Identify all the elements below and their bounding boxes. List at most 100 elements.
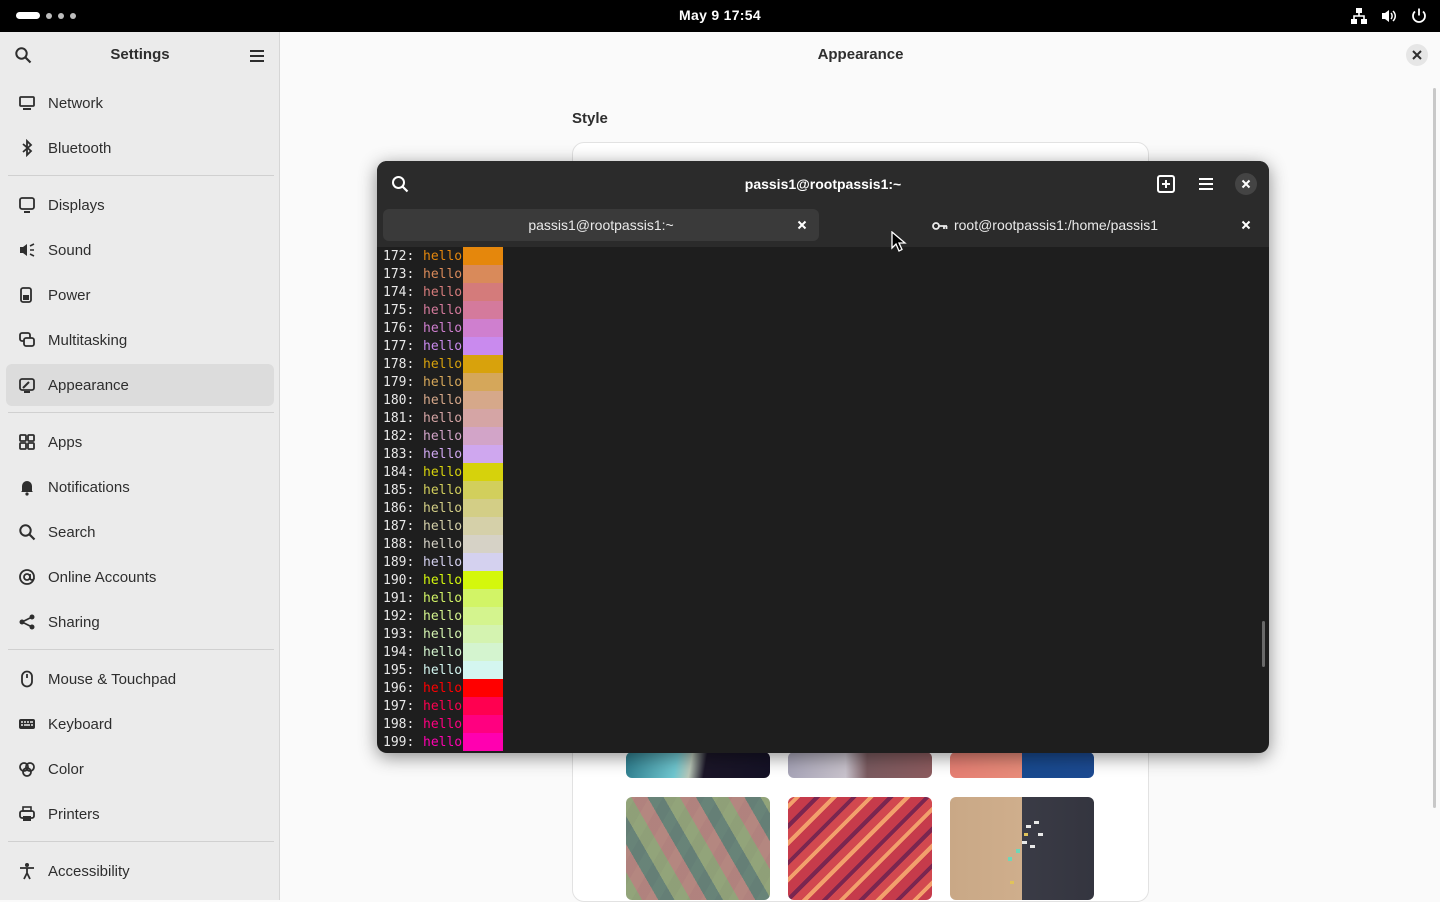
mouse-icon <box>18 670 36 688</box>
color-swatch <box>463 301 503 319</box>
page-title: Appearance <box>817 46 904 63</box>
sidebar-item-sound[interactable]: Sound <box>6 229 274 271</box>
settings-sidebar: Settings Network Bluetooth Displays Soun… <box>0 32 280 900</box>
sidebar-item-multitasking[interactable]: Multitasking <box>6 319 274 361</box>
key-icon <box>932 219 948 231</box>
sidebar-item-color[interactable]: Color <box>6 748 274 790</box>
terminal-line: 174: hello <box>383 283 503 301</box>
close-tab-icon[interactable] <box>795 218 809 232</box>
search-icon <box>18 523 36 541</box>
sidebar-item-printers[interactable]: Printers <box>6 793 274 835</box>
sidebar-item-online-accounts[interactable]: Online Accounts <box>6 556 274 598</box>
multitasking-icon <box>18 331 36 349</box>
line-number: 180: <box>383 392 415 408</box>
sidebar-item-label: Bluetooth <box>48 139 112 157</box>
scrollbar[interactable] <box>1433 88 1436 808</box>
sidebar-item-accessibility[interactable]: Accessibility <box>6 850 274 892</box>
style-section-label: Style <box>572 110 608 127</box>
color-swatch <box>463 337 503 355</box>
hamburger-menu-icon[interactable] <box>248 47 266 65</box>
line-text: hello <box>423 734 463 750</box>
terminal-line: 186: hello <box>383 499 503 517</box>
color-swatch <box>463 283 503 301</box>
wallpaper-thumbnail[interactable] <box>626 752 770 778</box>
sidebar-item-label: Keyboard <box>48 715 113 733</box>
close-icon <box>1412 50 1422 60</box>
wallpaper-thumbnail[interactable] <box>950 752 1094 778</box>
power-icon[interactable] <box>1410 7 1428 25</box>
line-text: hello <box>423 428 463 444</box>
sidebar-item-displays[interactable]: Displays <box>6 184 274 226</box>
wallpaper-thumbnail[interactable] <box>788 797 932 900</box>
sidebar-item-mouse-touchpad[interactable]: Mouse & Touchpad <box>6 658 274 700</box>
close-tab-icon[interactable] <box>1239 218 1253 232</box>
sidebar-separator <box>8 841 274 842</box>
scrollbar[interactable] <box>1262 621 1265 667</box>
tab-passis1[interactable]: passis1@rootpassis1:~ <box>383 209 819 241</box>
top-bar: May 9 17:54 <box>0 0 1440 32</box>
line-text: hello <box>423 554 463 570</box>
color-swatch <box>463 499 503 517</box>
close-button[interactable] <box>1235 173 1257 195</box>
wallpaper-thumbnail[interactable] <box>788 752 932 778</box>
terminal-line: 176: hello <box>383 319 503 337</box>
line-text: hello <box>423 590 463 606</box>
sidebar-item-bluetooth[interactable]: Bluetooth <box>6 127 274 169</box>
terminal-title: passis1@rootpassis1:~ <box>744 176 902 192</box>
sidebar-item-notifications[interactable]: Notifications <box>6 466 274 508</box>
line-text: hello <box>423 698 463 714</box>
line-text: hello <box>423 464 463 480</box>
sidebar-separator <box>8 649 274 650</box>
line-text: hello <box>423 284 463 300</box>
line-text: hello <box>423 626 463 642</box>
sidebar-item-keyboard[interactable]: Keyboard <box>6 703 274 745</box>
hamburger-menu-icon[interactable] <box>1195 173 1217 195</box>
sidebar-item-network[interactable]: Network <box>6 82 274 124</box>
color-swatch <box>463 319 503 337</box>
terminal-tab-bar: passis1@rootpassis1:~ root@rootpassis1:/… <box>377 207 1269 247</box>
line-number: 198: <box>383 716 415 732</box>
line-text: hello <box>423 248 463 264</box>
volume-icon[interactable] <box>1380 7 1398 25</box>
line-number: 192: <box>383 608 415 624</box>
clock[interactable]: May 9 17:54 <box>0 7 1440 23</box>
terminal-output[interactable]: 172: hello 173: hello 174: hello 175: hello 176:… <box>377 247 1269 753</box>
line-text: hello <box>423 482 463 498</box>
terminal-line: 173: hello <box>383 265 503 283</box>
sidebar-item-search[interactable]: Search <box>6 511 274 553</box>
wallpaper-thumbnail[interactable] <box>950 797 1094 900</box>
sidebar-item-power[interactable]: Power <box>6 274 274 316</box>
sidebar-separator <box>8 412 274 413</box>
sidebar-item-label: Multitasking <box>48 331 128 349</box>
tab-label: passis1@rootpassis1:~ <box>528 217 674 233</box>
color-swatch <box>463 373 503 391</box>
sidebar-item-apps[interactable]: Apps <box>6 421 274 463</box>
sidebar-item-label: Color <box>48 760 84 778</box>
keyboard-icon <box>18 715 36 733</box>
new-tab-icon[interactable] <box>1155 173 1177 195</box>
color-swatch <box>463 679 503 697</box>
close-button[interactable] <box>1406 44 1428 66</box>
terminal-line: 190: hello <box>383 571 503 589</box>
bell-icon <box>18 478 36 496</box>
system-tray[interactable] <box>1350 7 1428 25</box>
line-text: hello <box>423 356 463 372</box>
sidebar-header: Settings <box>0 32 279 78</box>
network-icon[interactable] <box>1350 7 1368 25</box>
wallpaper-thumbnail[interactable] <box>626 797 770 900</box>
color-swatch <box>463 625 503 643</box>
at-sign-icon <box>18 568 36 586</box>
line-text: hello <box>423 518 463 534</box>
share-icon <box>18 613 36 631</box>
line-number: 195: <box>383 662 415 678</box>
sidebar-title: Settings <box>110 46 170 63</box>
line-number: 196: <box>383 680 415 696</box>
color-swatch <box>463 427 503 445</box>
sidebar-list: Network Bluetooth Displays Sound Power M… <box>6 82 274 895</box>
sidebar-item-sharing[interactable]: Sharing <box>6 601 274 643</box>
sidebar-item-appearance[interactable]: Appearance <box>6 364 274 406</box>
line-number: 188: <box>383 536 415 552</box>
sidebar-item-label: Notifications <box>48 478 130 496</box>
color-swatch <box>463 697 503 715</box>
sidebar-item-label: Sound <box>48 241 92 259</box>
